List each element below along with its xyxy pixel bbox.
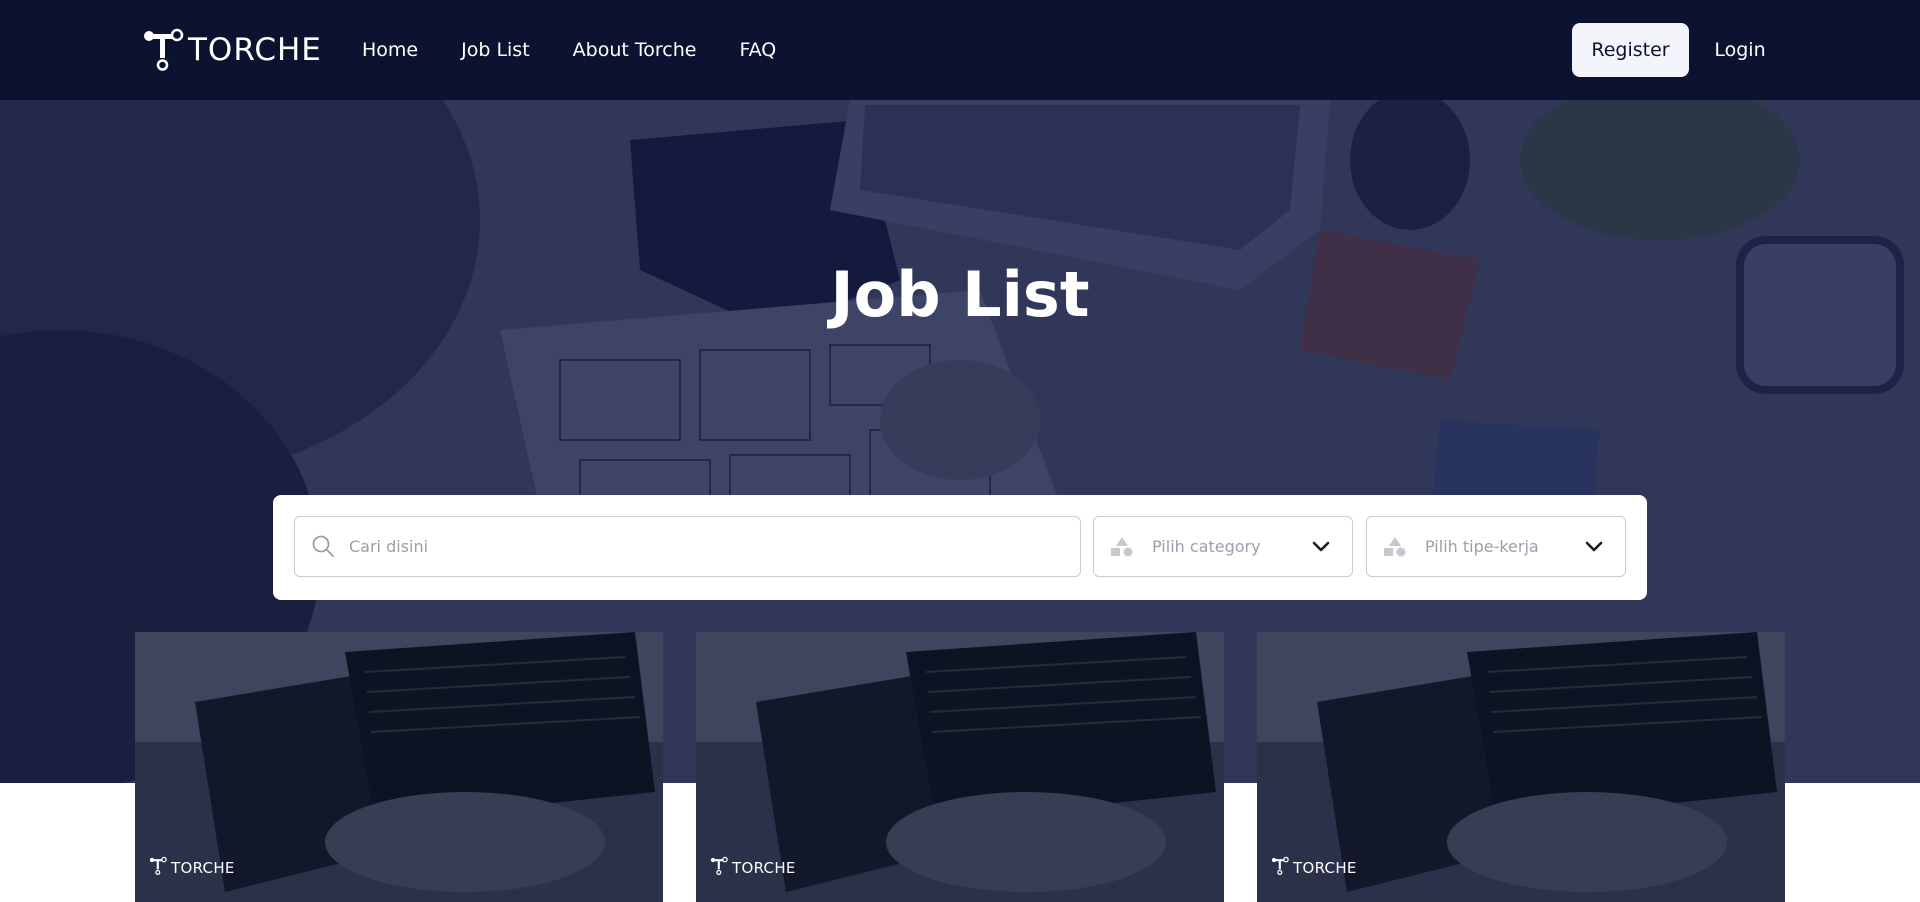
card-brand: TORCHE: [149, 856, 235, 880]
job-card[interactable]: TORCHE: [135, 632, 663, 902]
search-icon: [311, 534, 335, 562]
brand-name: TORCHE: [188, 32, 322, 68]
search-field: [294, 516, 1081, 577]
category-select-label: Pilih category: [1152, 537, 1261, 556]
work-type-select-label: Pilih tipe-kerja: [1425, 537, 1539, 556]
nav-home[interactable]: Home: [362, 39, 418, 61]
job-card[interactable]: TORCHE: [1257, 632, 1785, 902]
job-card[interactable]: TORCHE: [696, 632, 1224, 902]
torche-logo-icon: [1271, 856, 1289, 880]
card-brand-name: TORCHE: [732, 859, 796, 877]
chevron-down-icon: [1585, 539, 1603, 558]
torche-logo-icon: [142, 28, 184, 72]
card-brand: TORCHE: [1271, 856, 1357, 880]
register-button[interactable]: Register: [1572, 23, 1689, 77]
navbar: TORCHE Home Job List About Torche FAQ Re…: [0, 0, 1920, 100]
torche-logo-icon: [149, 856, 167, 880]
nav-job-list[interactable]: Job List: [461, 39, 530, 61]
shapes-icon: [1110, 537, 1134, 561]
shapes-icon: [1383, 537, 1407, 561]
login-button[interactable]: Login: [1710, 23, 1770, 77]
card-brand: TORCHE: [710, 856, 796, 880]
card-brand-name: TORCHE: [171, 859, 235, 877]
nav-about-torche[interactable]: About Torche: [573, 39, 697, 61]
work-type-select[interactable]: Pilih tipe-kerja: [1366, 516, 1626, 577]
nav-faq[interactable]: FAQ: [739, 39, 776, 61]
card-brand-name: TORCHE: [1293, 859, 1357, 877]
search-panel: Pilih category Pilih tipe-kerja: [273, 495, 1647, 600]
category-select[interactable]: Pilih category: [1093, 516, 1353, 577]
search-input[interactable]: [349, 517, 1069, 576]
torche-logo-icon: [710, 856, 728, 880]
brand-logo[interactable]: TORCHE: [142, 28, 322, 72]
page-title: Job List: [830, 258, 1090, 331]
chevron-down-icon: [1312, 539, 1330, 558]
main-nav: Home Job List About Torche FAQ: [362, 0, 819, 100]
